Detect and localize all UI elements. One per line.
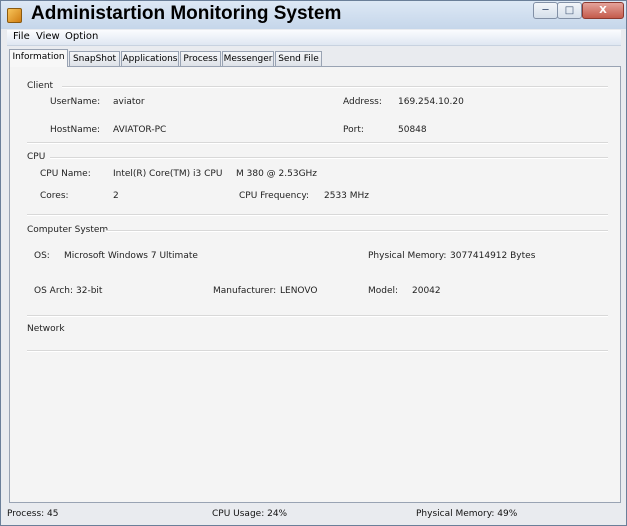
system-top-separator	[27, 214, 608, 216]
close-button[interactable]: X	[582, 2, 624, 19]
cpu-separator	[50, 157, 608, 159]
manufacturer-value: LENOVO	[280, 286, 318, 296]
cores-value: 2	[113, 191, 119, 201]
information-panel: Client UserName: aviator Address: 169.25…	[9, 66, 621, 503]
network-top-separator	[27, 315, 608, 317]
menu-option[interactable]: Option	[65, 31, 98, 42]
client-heading: Client	[27, 81, 54, 91]
cores-label: Cores:	[40, 191, 69, 201]
cpu-name-value: Intel(R) Core(TM) i3 CPU	[113, 169, 223, 179]
minimize-button[interactable]: ─	[533, 2, 558, 19]
menu-view[interactable]: View	[36, 31, 60, 42]
tab-process[interactable]: Process	[180, 51, 221, 66]
tab-applications[interactable]: Applications	[121, 51, 179, 66]
window-title: Administartion Monitoring System	[31, 3, 342, 24]
network-separator	[27, 350, 608, 352]
status-process-count: Process: 45	[7, 509, 59, 519]
os-label: OS:	[34, 251, 50, 261]
maximize-button[interactable]: □	[557, 2, 582, 19]
network-heading: Network	[27, 324, 65, 334]
hostname-label: HostName:	[50, 125, 101, 135]
port-value: 50848	[398, 125, 427, 135]
java-cup-icon	[7, 8, 22, 23]
client-separator	[62, 86, 608, 88]
model-label: Model:	[368, 286, 399, 296]
status-bar: Process: 45 CPU Usage: 24% Physical Memo…	[1, 505, 626, 525]
physical-memory-value: 3077414912 Bytes	[450, 251, 536, 261]
physical-memory-label: Physical Memory:	[368, 251, 447, 261]
hostname-value: AVIATOR-PC	[113, 125, 167, 135]
cpu-top-separator	[27, 142, 608, 144]
address-label: Address:	[343, 97, 382, 107]
system-separator	[106, 230, 608, 232]
port-label: Port:	[343, 125, 364, 135]
menu-file[interactable]: File	[13, 31, 30, 42]
tab-messenger[interactable]: Messenger	[222, 51, 274, 66]
username-value: aviator	[113, 97, 145, 107]
system-heading: Computer System	[27, 225, 109, 235]
status-cpu-usage: CPU Usage: 24%	[212, 509, 288, 519]
os-arch-value: 32-bit	[76, 286, 103, 296]
cpu-frequency-value: 2533 MHz	[324, 191, 370, 201]
cpu-heading: CPU	[27, 152, 46, 162]
cpu-name-label: CPU Name:	[40, 169, 91, 179]
model-value: 20042	[412, 286, 441, 296]
tab-strip: Information SnapShot Applications Proces…	[9, 49, 621, 67]
tab-snapshot[interactable]: SnapShot	[69, 51, 120, 66]
address-value: 169.254.10.20	[398, 97, 464, 107]
status-physical-memory: Physical Memory: 49%	[416, 509, 518, 519]
cpu-model-value: M 380 @ 2.53GHz	[236, 169, 318, 179]
menu-bar: File View Option	[7, 30, 621, 46]
tab-send-file[interactable]: Send File	[275, 51, 322, 66]
os-arch-label: OS Arch:	[34, 286, 74, 296]
app-window: Administartion Monitoring System ─ □ X F…	[0, 0, 627, 526]
cpu-frequency-label: CPU Frequency:	[239, 191, 310, 201]
manufacturer-label: Manufacturer:	[213, 286, 277, 296]
tab-information[interactable]: Information	[9, 49, 68, 67]
os-value: Microsoft Windows 7 Ultimate	[64, 251, 198, 261]
username-label: UserName:	[50, 97, 101, 107]
title-bar[interactable]: Administartion Monitoring System ─ □ X	[1, 1, 626, 29]
